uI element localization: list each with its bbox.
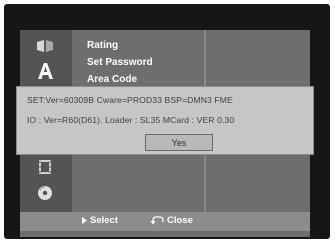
menu-item-list: Rating Set Password Area Code	[87, 37, 153, 88]
arrow-right-icon	[82, 217, 87, 224]
close-hint: Close	[150, 215, 193, 226]
version-info-dialog: SET:Ver=60309B Cware=PROD33 BSP=DMN3 FME…	[16, 86, 314, 155]
menu-item-rating[interactable]: Rating	[87, 37, 153, 54]
select-hint: Select	[82, 215, 118, 226]
menu-item-set-password[interactable]: Set Password	[87, 54, 153, 71]
disc-tab-icon[interactable]	[33, 37, 57, 55]
audio-disc-tab-icon[interactable]	[33, 184, 57, 202]
footer-bar: Select Close	[20, 212, 310, 231]
language-tab-icon[interactable]	[33, 62, 57, 80]
return-icon	[150, 216, 164, 225]
film-tab-icon[interactable]	[33, 158, 57, 176]
select-label: Select	[90, 215, 118, 226]
close-label: Close	[167, 215, 193, 226]
io-version-text: IO : Ver=R60(D61). Loader : SL35 MCard :…	[27, 115, 235, 125]
set-version-text: SET:Ver=60309B Cware=PROD33 BSP=DMN3 FME	[27, 95, 233, 105]
yes-button[interactable]: Yes	[145, 134, 213, 151]
